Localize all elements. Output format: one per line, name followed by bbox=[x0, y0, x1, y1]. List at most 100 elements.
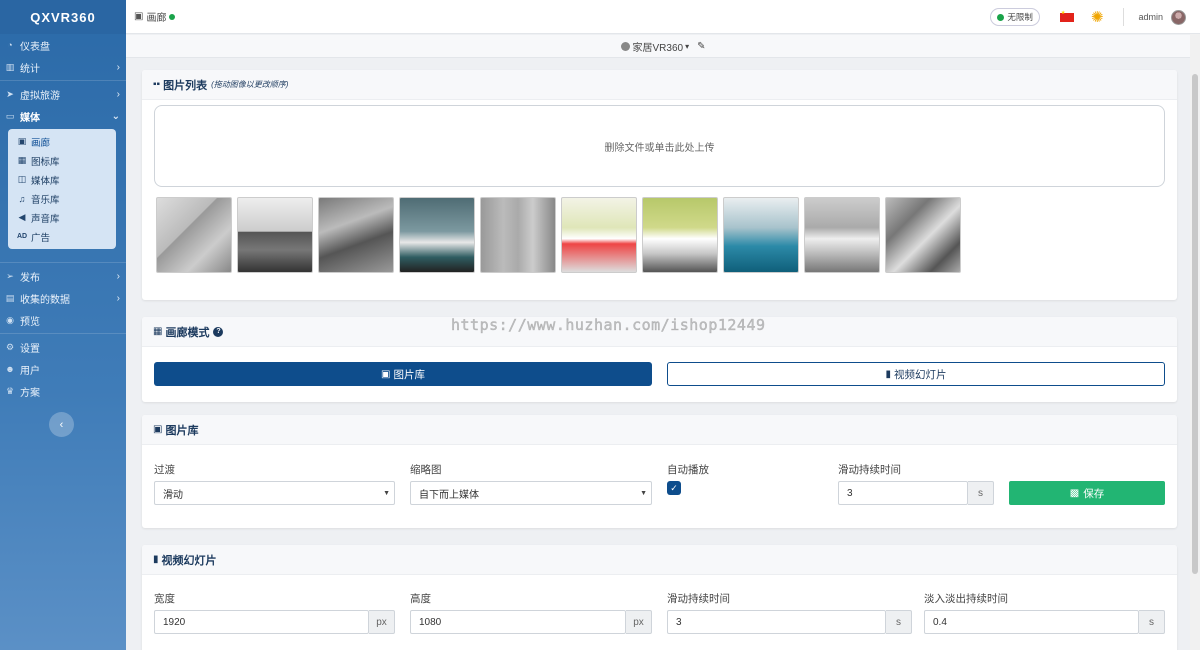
stats-icon: ▥ bbox=[5, 61, 15, 72]
sidebar-item-users[interactable]: ☻ 用户 bbox=[0, 358, 126, 380]
sidebar-item-preview[interactable]: ◉ 预览 bbox=[0, 309, 126, 331]
avatar[interactable] bbox=[1171, 9, 1186, 25]
sidebar-item-ads[interactable]: AD 广告 bbox=[8, 227, 116, 246]
sidebar-item-sound-library[interactable]: ◀ 声音库 bbox=[8, 208, 116, 227]
sidebar-item-media-library[interactable]: ◫ 媒体库 bbox=[8, 170, 116, 189]
card-title: 视频幻灯片 bbox=[161, 554, 217, 567]
height-input[interactable]: 1080 bbox=[410, 610, 626, 634]
sidebar-item-stats[interactable]: ▥ 统计 › bbox=[0, 56, 126, 78]
unit-addon: s bbox=[968, 481, 994, 505]
divider bbox=[1123, 8, 1125, 26]
status-dot bbox=[997, 13, 1005, 21]
chevron-left-icon: ‹ bbox=[59, 418, 64, 431]
card-header: ▣ 图片库 bbox=[142, 415, 1177, 445]
help-icon[interactable]: ? bbox=[213, 326, 224, 337]
sidebar-item-settings[interactable]: ⚙ 设置 bbox=[0, 336, 126, 358]
select-value: 自下而上媒体 bbox=[419, 489, 479, 501]
sidebar-item-virtual-tour[interactable]: ➤ 虚拟旅游 › bbox=[0, 83, 126, 105]
fade-duration-input[interactable]: 0.4 bbox=[924, 610, 1139, 634]
sidebar-item-label: 声音库 bbox=[31, 213, 60, 225]
sun-icon[interactable]: ✺ bbox=[1091, 8, 1104, 26]
gallery-thumbnail[interactable] bbox=[480, 197, 556, 273]
music-icon: ♫ bbox=[18, 193, 26, 204]
unit-addon: s bbox=[886, 610, 912, 634]
gallery-thumbnail[interactable] bbox=[804, 197, 880, 273]
autoplay-checkbox[interactable]: ✓ bbox=[667, 481, 681, 495]
sidebar-item-music-library[interactable]: ♫ 音乐库 bbox=[8, 189, 116, 208]
gallery-thumbnail[interactable] bbox=[723, 197, 799, 273]
transition-select[interactable]: 滑动 ▼ bbox=[154, 481, 395, 505]
username[interactable]: admin bbox=[1138, 12, 1163, 22]
slide-duration-input[interactable]: 3 bbox=[667, 610, 886, 634]
file-video-icon: ▮ bbox=[153, 554, 159, 565]
height-label: 高度 bbox=[410, 593, 431, 605]
sidebar-item-label: 虚拟旅游 bbox=[20, 90, 60, 102]
sidebar-item-gallery[interactable]: ▣ 画廊 bbox=[8, 132, 116, 151]
file-video-icon: ▮ bbox=[885, 368, 891, 380]
sidebar-item-label: 用户 bbox=[20, 365, 40, 377]
image-gallery-mode-button[interactable]: ▣ 图片库 bbox=[154, 362, 652, 386]
video-slideshow-mode-button[interactable]: ▮ 视频幻灯片 bbox=[667, 362, 1165, 386]
gallery-thumbnail[interactable] bbox=[642, 197, 718, 273]
topbar: ▣ 画廊 无限制 ✺ admin bbox=[126, 0, 1200, 34]
slide-duration-input[interactable]: 3 bbox=[838, 481, 968, 505]
dropzone-text: 删除文件或单击此处上传 bbox=[604, 142, 715, 154]
sidebar-item-label: 发布 bbox=[20, 272, 40, 284]
fade-duration-label: 淡入淡出持续时间 bbox=[924, 593, 1008, 605]
sidebar-item-label: 预览 bbox=[20, 316, 40, 328]
sidebar-item-media[interactable]: ▭ 媒体 ⌄ bbox=[0, 105, 126, 127]
images-icon: ▣ bbox=[381, 368, 391, 380]
caret-down-icon: ▼ bbox=[640, 489, 647, 497]
slide-duration-label: 滑动持续时间 bbox=[667, 593, 730, 605]
check-icon: ✓ bbox=[670, 482, 678, 493]
tour-status-dot bbox=[620, 41, 630, 51]
edit-icon[interactable]: ✎ bbox=[697, 41, 705, 52]
tour-selector[interactable]: 家居VR360 bbox=[633, 39, 684, 54]
image-list-card: ▪▪ 图片列表 (拖动图像以更改顺序) 删除文件或单击此处上传 bbox=[142, 70, 1177, 300]
thumbnails-select[interactable]: 自下而上媒体 ▼ bbox=[410, 481, 652, 505]
button-label: 视频幻灯片 bbox=[894, 368, 947, 381]
sidebar-item-label: 画廊 bbox=[31, 137, 51, 149]
unit-addon: px bbox=[369, 610, 395, 634]
sidebar-item-label: 方案 bbox=[20, 387, 40, 399]
publish-icon: ➢ bbox=[6, 270, 14, 281]
upload-dropzone[interactable]: 删除文件或单击此处上传 bbox=[154, 105, 1165, 187]
sidebar-item-publish[interactable]: ➢ 发布 › bbox=[0, 265, 126, 287]
sidebar-item-label: 媒体 bbox=[20, 112, 40, 124]
gallery-thumbnail[interactable] bbox=[399, 197, 475, 273]
thumbnails-label: 缩略图 bbox=[410, 464, 442, 476]
gallery-thumbnail[interactable] bbox=[156, 197, 232, 273]
width-input[interactable]: 1920 bbox=[154, 610, 369, 634]
page-scrollbar[interactable] bbox=[1190, 34, 1200, 650]
sidebar-item-label: 广告 bbox=[31, 232, 51, 244]
save-button[interactable]: ▩ 保存 bbox=[1009, 481, 1165, 505]
plan-badge[interactable]: 无限制 bbox=[990, 8, 1040, 26]
input-value: 3 bbox=[676, 616, 682, 628]
sidebar-item-dashboard[interactable]: ◔ 仪表盘 bbox=[0, 34, 126, 56]
gallery-thumbnail[interactable] bbox=[318, 197, 394, 273]
scrollbar-thumb[interactable] bbox=[1192, 74, 1198, 574]
card-title: 画廊模式 bbox=[165, 326, 210, 339]
sidebar-item-label: 图标库 bbox=[31, 156, 60, 168]
sidebar-item-icon-library[interactable]: ▦ 图标库 bbox=[8, 151, 116, 170]
chevron-right-icon: › bbox=[116, 88, 120, 100]
topbar-actions: 无限制 ✺ admin bbox=[990, 0, 1186, 34]
sidebar-item-collected-data[interactable]: ▤ 收集的数据 › bbox=[0, 287, 126, 309]
floppy-icon: ▩ bbox=[1069, 487, 1080, 499]
breadcrumb: ▣ 画廊 bbox=[134, 9, 176, 24]
chevron-right-icon: › bbox=[116, 292, 120, 304]
language-flag-icon[interactable] bbox=[1059, 10, 1074, 22]
tour-icon: ➤ bbox=[6, 88, 14, 99]
sidebar: QXVR360 ◔ 仪表盘 ▥ 统计 › ➤ 虚拟旅游 › ▭ 媒体 ⌄ ▣ 画… bbox=[0, 0, 126, 650]
transition-label: 过渡 bbox=[154, 464, 175, 476]
gallery-thumbnail[interactable] bbox=[237, 197, 313, 273]
monitor-icon: ▭ bbox=[5, 110, 15, 121]
card-header: ▮ 视频幻灯片 bbox=[142, 545, 1177, 575]
sidebar-collapse-button[interactable]: ‹ bbox=[49, 412, 74, 437]
caret-down-icon[interactable]: ▾ bbox=[685, 42, 689, 51]
sidebar-item-plans[interactable]: ♛ 方案 bbox=[0, 380, 126, 402]
brand-logo[interactable]: QXVR360 bbox=[0, 0, 126, 34]
images-icon: ▣ bbox=[153, 424, 163, 435]
gallery-thumbnail[interactable] bbox=[885, 197, 961, 273]
gallery-thumbnail[interactable] bbox=[561, 197, 637, 273]
